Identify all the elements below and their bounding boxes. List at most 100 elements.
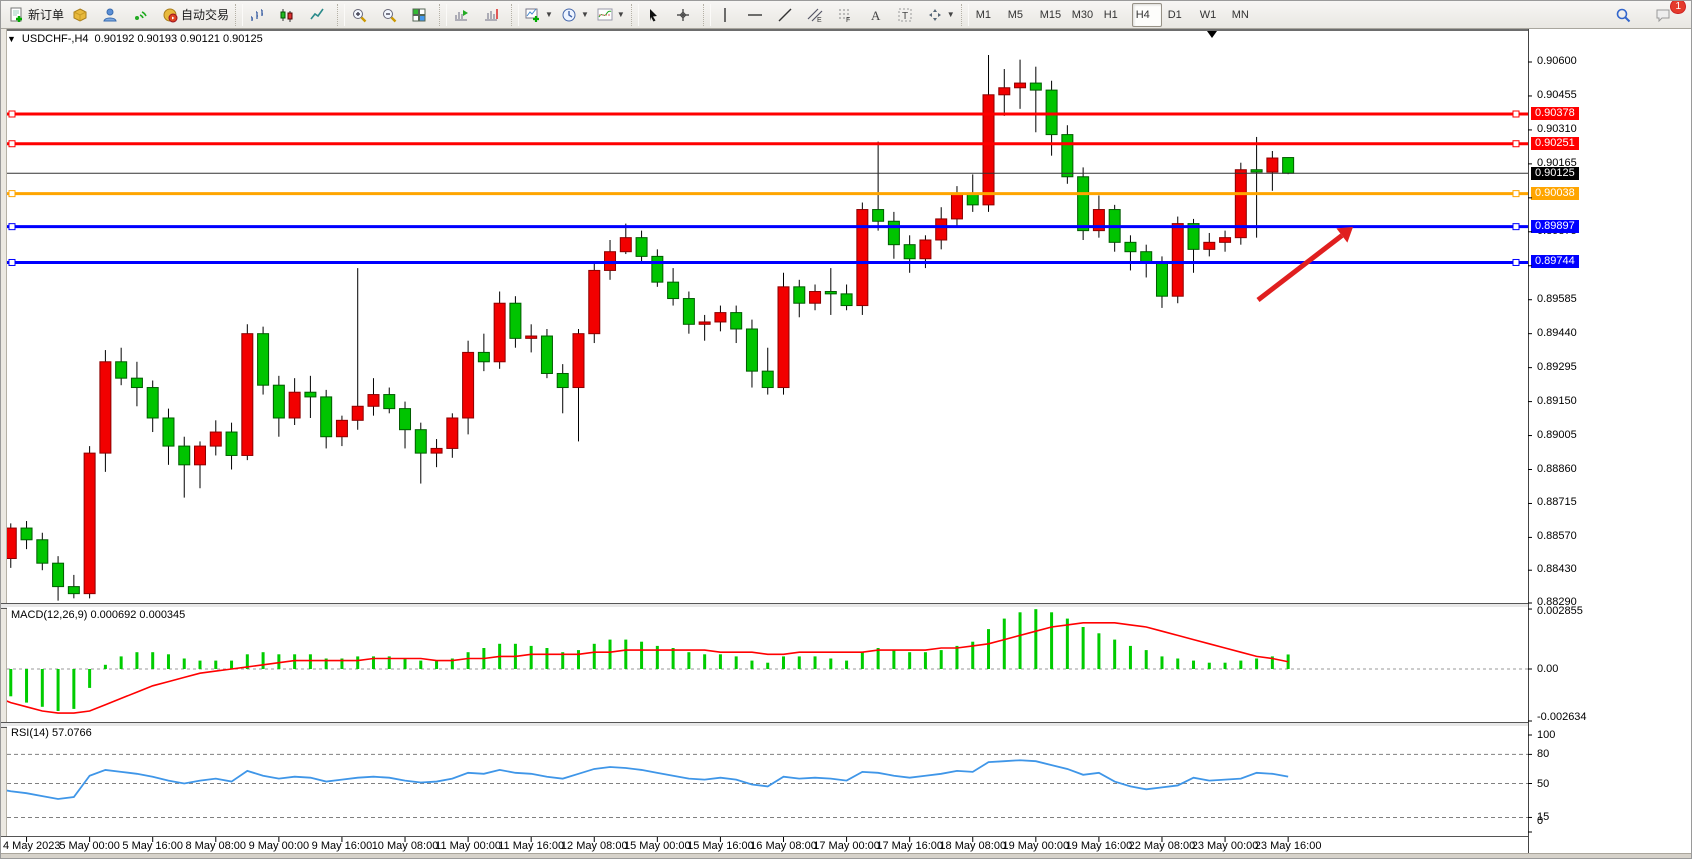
toolbar-separator	[631, 4, 639, 26]
zoom-in-button[interactable]	[347, 3, 377, 27]
chevron-down-icon[interactable]: ▼	[581, 10, 589, 19]
new-order-button[interactable]: 新订单	[5, 3, 68, 27]
market-watch-button[interactable]	[98, 3, 128, 27]
time-tick-label: 12 May 08:00	[561, 840, 628, 852]
toolbar-separator	[235, 4, 243, 26]
zoom-out-button[interactable]	[377, 3, 407, 27]
time-tick-label: 19 May 00:00	[1002, 840, 1069, 852]
rsi-tick-label: 100	[1537, 729, 1555, 741]
chart-ohlc-values: 0.90192 0.90193 0.90121 0.90125	[95, 33, 263, 45]
time-tick-label: 15 May 16:00	[687, 840, 754, 852]
zoom-out-icon	[381, 7, 397, 23]
fibonacci-icon: F	[837, 7, 853, 23]
hline-icon	[747, 7, 763, 23]
draw-text-button[interactable]: A	[863, 3, 893, 27]
timeframe-m30-button[interactable]: M30	[1068, 3, 1098, 27]
auto-scroll-icon	[453, 7, 469, 23]
timeframe-d1-button[interactable]: D1	[1164, 3, 1194, 27]
chevron-down-icon[interactable]: ▼	[947, 10, 955, 19]
chart-bars-button[interactable]	[245, 3, 275, 27]
timeframe-m15-button[interactable]: M15	[1036, 3, 1066, 27]
time-tick-label: 9 May 16:00	[312, 840, 373, 852]
svg-text:A: A	[871, 8, 881, 23]
time-tick-label: 5 May 16:00	[122, 840, 183, 852]
draw-fibonacci-button[interactable]: F	[833, 3, 863, 27]
macd-tick-label: -0.002634	[1537, 711, 1587, 723]
signals-button[interactable]	[128, 3, 158, 27]
draw-channel-button[interactable]: E	[803, 3, 833, 27]
price-tick-label: 0.88570	[1537, 530, 1577, 542]
timeframe-h1-button[interactable]: H1	[1100, 3, 1130, 27]
timeframe-w1-button[interactable]: W1	[1196, 3, 1226, 27]
draw-label-button[interactable]: T	[893, 3, 923, 27]
time-axis[interactable]: 4 May 20235 May 00:005 May 16:008 May 08…	[1, 836, 1528, 854]
rsi-label: RSI(14) 57.0766	[11, 727, 92, 739]
profiles-button[interactable]: ▼	[557, 3, 593, 27]
bars-chart-icon	[249, 7, 265, 23]
timeframe-label: W1	[1200, 9, 1217, 21]
notification-badge: 1	[1670, 0, 1686, 14]
timeframe-m1-button[interactable]: M1	[972, 3, 1002, 27]
document-plus-icon	[9, 7, 25, 23]
rsi-panel[interactable]: RSI(14) 57.0766	[7, 726, 1528, 836]
toolbar-separator	[511, 4, 519, 26]
rsi-tick-label: 0	[1537, 815, 1543, 827]
chart-symbol-title: USDCHF-,H4	[22, 33, 89, 45]
indicators-list-button[interactable]: ▼	[593, 3, 629, 27]
draw-trendline-button[interactable]	[773, 3, 803, 27]
price-axis[interactable]: 0.906000.904550.903100.901650.900200.898…	[1528, 29, 1692, 853]
time-tick-label: 17 May 16:00	[876, 840, 943, 852]
timeframe-label: H1	[1104, 9, 1118, 21]
gold-box-icon	[72, 7, 88, 23]
chart-dropdown-arrow[interactable]: ▼	[7, 34, 16, 44]
chart-shift-marker[interactable]	[1207, 31, 1217, 38]
vline-icon	[717, 7, 733, 23]
arrows-icon	[927, 7, 943, 23]
draw-vline-button[interactable]	[713, 3, 743, 27]
toolbar-separator	[337, 4, 345, 26]
candles-chart-icon	[279, 7, 295, 23]
macd-panel[interactable]: MACD(12,26,9) 0.000692 0.000345	[7, 607, 1528, 722]
chevron-down-icon[interactable]: ▼	[545, 10, 553, 19]
draw-arrows-button[interactable]: ▼	[923, 3, 959, 27]
new-chart-button[interactable]: ▼	[521, 3, 557, 27]
time-tick-label: 10 May 08:00	[372, 840, 439, 852]
timeframe-h4-button[interactable]: H4	[1132, 3, 1162, 27]
search-button[interactable]	[1611, 3, 1641, 27]
tile-windows-button[interactable]	[407, 3, 437, 27]
autotrade-icon	[162, 7, 178, 23]
price-tick-label: 0.89295	[1537, 361, 1577, 373]
timeframe-label: M1	[976, 9, 991, 21]
crosshair-button[interactable]	[671, 3, 701, 27]
draw-hline-button[interactable]	[743, 3, 773, 27]
time-tick-label: 16 May 08:00	[750, 840, 817, 852]
cursor-button[interactable]	[641, 3, 671, 27]
notifications-button[interactable]: 1	[1651, 3, 1681, 27]
toolbox-button[interactable]	[68, 3, 98, 27]
macd-tick-label: 0.00	[1537, 663, 1558, 675]
macd-label: MACD(12,26,9) 0.000692 0.000345	[11, 609, 185, 621]
price-tick-label: 0.88860	[1537, 463, 1577, 475]
toolbar-right-group: 1	[1611, 3, 1689, 27]
chart-line-button[interactable]	[305, 3, 335, 27]
time-tick-label: 18 May 08:00	[939, 840, 1006, 852]
auto-scroll-button[interactable]	[449, 3, 479, 27]
price-line-label: 0.90251	[1531, 137, 1579, 150]
chart-shift-button[interactable]	[479, 3, 509, 27]
svg-text:F: F	[846, 17, 850, 23]
main-chart-panel[interactable]	[7, 45, 1528, 603]
chart-candles-button[interactable]	[275, 3, 305, 27]
tile-windows-icon	[411, 7, 427, 23]
chevron-down-icon[interactable]: ▼	[617, 10, 625, 19]
toolbar-separator	[439, 4, 447, 26]
price-tick-label: 0.90600	[1537, 55, 1577, 67]
auto-trading-button[interactable]: 自动交易	[158, 3, 233, 27]
time-tick-label: 11 May 00:00	[435, 840, 501, 852]
timeframe-mn-button[interactable]: MN	[1228, 3, 1258, 27]
clock-icon	[561, 7, 577, 23]
time-tick-label: 17 May 00:00	[813, 840, 880, 852]
chart-plus-icon	[525, 7, 541, 23]
timeframe-m5-button[interactable]: M5	[1004, 3, 1034, 27]
zoom-in-icon	[351, 7, 367, 23]
timeframe-label: M30	[1072, 9, 1093, 21]
